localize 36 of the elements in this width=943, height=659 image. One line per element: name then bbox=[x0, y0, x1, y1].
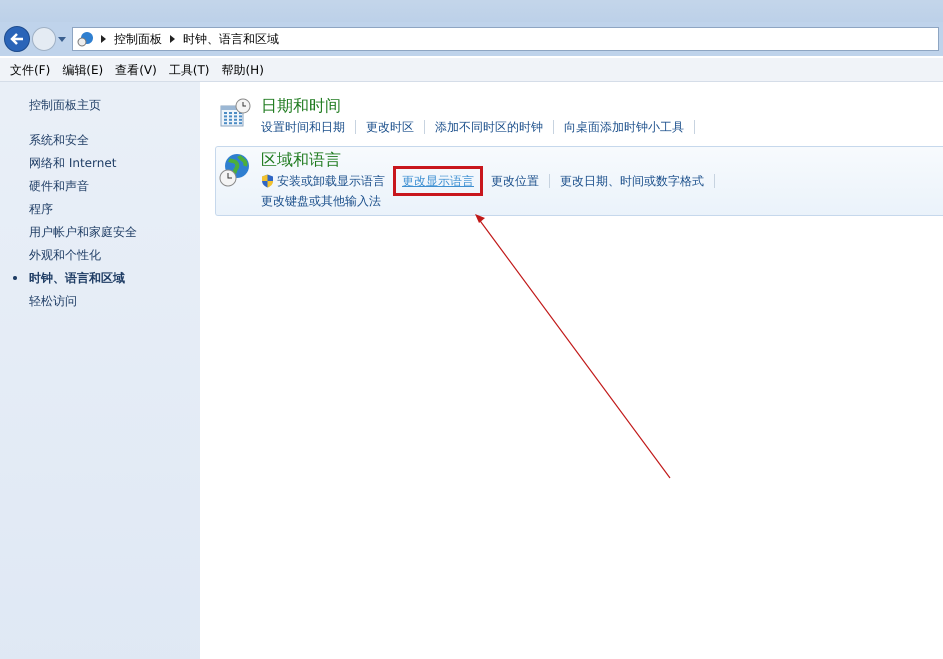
sidebar-item[interactable]: 外观和个性化 bbox=[29, 246, 101, 264]
address-bar[interactable]: 控制面板 时钟、语言和区域 bbox=[72, 27, 939, 51]
shield-icon bbox=[261, 174, 274, 188]
sidebar-item[interactable]: 网络和 Internet bbox=[29, 154, 116, 172]
sidebar-home-link[interactable]: 控制面板主页 bbox=[0, 96, 200, 114]
sidebar-item[interactable]: 轻松访问 bbox=[29, 292, 77, 310]
breadcrumb-arrow-icon[interactable] bbox=[101, 35, 106, 43]
sidebar-item[interactable]: 程序 bbox=[29, 200, 53, 218]
category-title[interactable]: 日期和时间 bbox=[261, 95, 705, 117]
menu-item[interactable]: 帮助(H) bbox=[216, 60, 270, 78]
task-link[interactable]: 设置时间和日期 bbox=[261, 118, 345, 136]
breadcrumb-item[interactable]: 控制面板 bbox=[114, 30, 162, 48]
task-link[interactable]: 向桌面添加时钟小工具 bbox=[564, 118, 684, 136]
task-link[interactable]: 更改位置 bbox=[491, 172, 539, 190]
menu-item[interactable]: 工具(T) bbox=[162, 60, 216, 78]
globe-clock-icon bbox=[219, 152, 251, 188]
task-link[interactable]: 更改键盘或其他输入法 bbox=[261, 192, 381, 210]
task-link[interactable]: 更改日期、时间或数字格式 bbox=[560, 172, 704, 190]
task-link[interactable]: 安装或卸载显示语言 bbox=[277, 172, 385, 190]
globe-clock-icon bbox=[77, 31, 93, 47]
task-link[interactable]: 添加不同时区的时钟 bbox=[435, 118, 543, 136]
bullet-icon bbox=[12, 276, 16, 280]
sidebar-item[interactable]: 硬件和声音 bbox=[29, 176, 89, 194]
sidebar-item[interactable]: 时钟、语言和区域 bbox=[29, 268, 125, 286]
breadcrumb-item[interactable]: 时钟、语言和区域 bbox=[183, 30, 279, 48]
menu-item[interactable]: 文件(F) bbox=[4, 60, 56, 78]
category-title[interactable]: 区域和语言 bbox=[261, 149, 725, 171]
menu-item[interactable]: 查看(V) bbox=[109, 60, 163, 78]
menu-item[interactable]: 编辑(E) bbox=[56, 60, 110, 78]
sidebar-item[interactable]: 系统和安全 bbox=[29, 130, 89, 148]
back-button[interactable] bbox=[4, 26, 30, 52]
breadcrumb-arrow-icon[interactable] bbox=[170, 35, 175, 43]
sidebar-item[interactable]: 用户帐户和家庭安全 bbox=[29, 222, 137, 240]
dropdown-caret-icon[interactable] bbox=[58, 36, 66, 42]
task-link[interactable]: 更改时区 bbox=[366, 118, 414, 136]
back-arrow-icon bbox=[10, 33, 24, 45]
